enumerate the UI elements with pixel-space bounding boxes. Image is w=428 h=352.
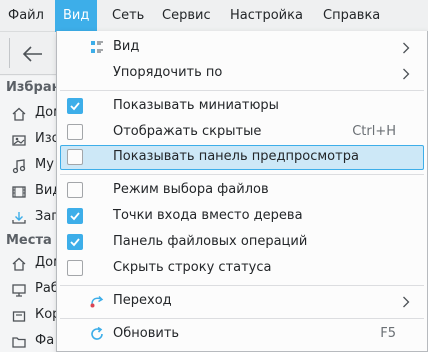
chevron-right-icon <box>403 296 410 308</box>
menu-item-sort-by[interactable]: Упорядочить по <box>60 61 424 86</box>
menu-separator <box>60 90 424 91</box>
home-icon <box>12 257 26 271</box>
menu-item-refresh[interactable]: Обновить F5 <box>60 322 424 347</box>
menu-item-hide-statusbar[interactable]: Скрыть строку статуса <box>60 256 424 281</box>
view-menu: Вид Упорядочить по Показывать миниатюры … <box>56 31 428 352</box>
checkbox-checked-icon[interactable] <box>67 208 83 224</box>
menu-separator <box>60 318 424 319</box>
menu-item-label: Панель файловых операций <box>113 234 308 249</box>
desktop-icon <box>12 284 26 297</box>
go-jump-icon <box>90 295 104 308</box>
menu-item-label: Режим выбора файлов <box>113 182 269 197</box>
folder-icon <box>12 337 26 348</box>
chevron-right-icon <box>403 42 410 54</box>
menu-item-entry-points[interactable]: Точки входа вместо дерева <box>60 204 424 229</box>
menu-item-label: Точки входа вместо дерева <box>113 208 303 223</box>
video-icon <box>12 186 26 198</box>
places-header: Места <box>6 233 52 248</box>
checkbox-unchecked-icon[interactable] <box>67 260 83 276</box>
menu-item-show-preview-panel[interactable]: Показывать панель предпросмотра <box>60 145 424 170</box>
sidebar-item-label: Фа <box>35 333 55 348</box>
menu-item-file-selection-mode[interactable]: Режим выбора файлов <box>60 178 424 203</box>
menu-separator <box>60 174 424 175</box>
menu-file[interactable]: Файл <box>0 0 52 32</box>
checkbox-checked-icon[interactable] <box>67 98 83 114</box>
toolbar-handle <box>9 38 10 68</box>
checkbox-checked-icon[interactable] <box>67 234 83 250</box>
download-icon <box>12 212 26 224</box>
view-mode-icon <box>91 41 103 53</box>
favorites-header: Избран <box>6 80 61 95</box>
sidebar-item-label: Заг <box>35 209 59 224</box>
menu-item-label: Обновить <box>113 326 180 341</box>
menu-item-view-mode[interactable]: Вид <box>60 35 424 60</box>
music-icon <box>12 159 26 174</box>
menu-item-file-operations-panel[interactable]: Панель файловых операций <box>60 230 424 255</box>
menu-item-label: Упорядочить по <box>113 65 223 80</box>
refresh-icon <box>91 326 103 340</box>
menu-item-go[interactable]: Переход <box>60 289 424 314</box>
checkbox-unchecked-icon[interactable] <box>67 124 83 140</box>
menubar: Файл Вид Сеть Сервис Настройка Справка <box>0 0 428 32</box>
menu-help[interactable]: Справка <box>315 0 388 32</box>
menu-item-label: Переход <box>113 293 172 308</box>
menu-item-label: Вид <box>113 39 140 54</box>
image-folder-icon <box>12 135 26 146</box>
menu-item-label: Показывать миниатюры <box>113 98 279 113</box>
menu-view[interactable]: Вид <box>55 0 98 32</box>
back-arrow-icon[interactable] <box>20 41 46 67</box>
shortcut-label: Ctrl+H <box>352 124 396 139</box>
menu-item-show-thumbnails[interactable]: Показывать миниатюры <box>60 94 424 119</box>
sidebar-item-label: Му <box>35 157 54 172</box>
chevron-right-icon <box>403 68 410 80</box>
shortcut-label: F5 <box>380 326 396 341</box>
menu-item-label: Показывать панель предпросмотра <box>113 149 359 164</box>
menu-separator <box>60 285 424 286</box>
checkbox-unchecked-icon[interactable] <box>67 182 83 198</box>
menu-item-label: Скрыть строку статуса <box>113 260 272 275</box>
menu-tools[interactable]: Сервис <box>154 0 219 32</box>
trash-icon <box>12 311 26 322</box>
home-icon <box>12 107 26 121</box>
menu-item-label: Отображать скрытые <box>113 124 262 139</box>
checkbox-unchecked-icon[interactable] <box>67 149 83 165</box>
menu-network[interactable]: Сеть <box>104 0 152 32</box>
menu-settings[interactable]: Настройка <box>222 0 311 32</box>
menu-item-show-hidden[interactable]: Отображать скрытые Ctrl+H <box>60 120 424 145</box>
